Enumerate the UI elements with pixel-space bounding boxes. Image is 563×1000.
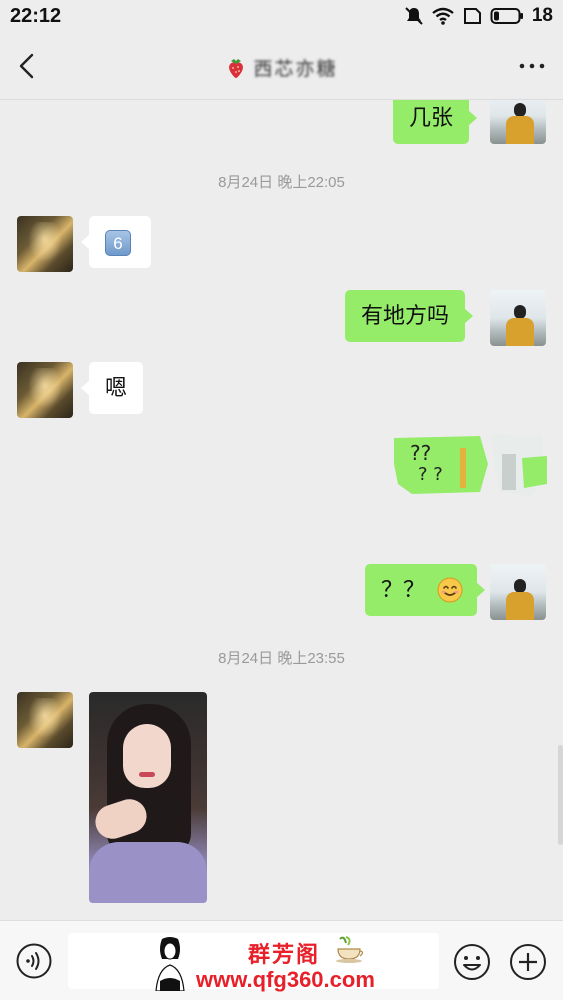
status-bar: 22:12 18 — [0, 0, 563, 32]
scrollbar[interactable] — [558, 745, 563, 845]
sim-icon — [463, 8, 481, 24]
watermark-site: www.qfg360.com — [196, 967, 375, 992]
input-bar: 群芳阁 www.qfg360.com — [0, 920, 563, 1000]
mute-icon — [405, 7, 423, 25]
message-bubble-me[interactable]: 几张 — [393, 100, 478, 144]
emoji-icon[interactable] — [453, 943, 491, 981]
voice-icon[interactable] — [16, 943, 52, 979]
teacup-icon — [336, 936, 364, 963]
more-dots-icon[interactable] — [517, 54, 547, 78]
strawberry-icon — [229, 58, 244, 78]
my-avatar[interactable] — [490, 290, 546, 346]
timestamp: 8月24日 晚上22:05 — [218, 174, 345, 191]
my-avatar[interactable] — [490, 564, 546, 620]
wifi-icon — [432, 7, 454, 25]
message-bubble-me[interactable]: 有地方吗 — [345, 290, 474, 342]
battery-icon — [490, 8, 523, 24]
keycap-six-emoji: 6 — [105, 230, 131, 257]
timestamp: 8月24日 晚上23:55 — [218, 650, 345, 667]
message-text: ？？ — [381, 577, 426, 602]
contact-avatar[interactable] — [17, 692, 73, 748]
plus-icon[interactable] — [509, 943, 547, 981]
chat-title: 西芯亦糖 — [0, 54, 563, 81]
status-icons: 18 — [404, 5, 553, 27]
smile-emoji-icon — [437, 577, 463, 603]
watermark-figure-icon — [155, 937, 185, 991]
chat-header: 西芯亦糖 — [0, 32, 563, 100]
message-bubble-other[interactable]: 6 — [81, 216, 151, 268]
contact-avatar[interactable] — [17, 216, 73, 272]
chat-messages[interactable]: 几张 8月24日 晚上22:05 6 有地方吗 嗯 ?? ? ? ？？ 8月24… — [0, 100, 563, 920]
watermark: 群芳阁 www.qfg360.com — [68, 933, 439, 993]
message-bubble-other[interactable]: 嗯 — [80, 362, 144, 414]
sticker-text: ?? — [410, 441, 431, 465]
sticker-message[interactable]: ?? ? ? — [392, 434, 547, 496]
chat-title-text: 西芯亦糖 — [253, 59, 338, 80]
photo-message[interactable] — [89, 692, 207, 903]
watermark-name: 群芳阁 — [248, 942, 321, 968]
my-avatar[interactable] — [490, 100, 546, 144]
contact-avatar[interactable] — [17, 362, 73, 418]
status-time: 22:12 — [10, 5, 62, 27]
svg-text:? ?: ? ? — [418, 464, 443, 485]
battery-level: 18 — [531, 5, 553, 26]
message-bubble-me[interactable]: ？？ — [365, 564, 486, 616]
